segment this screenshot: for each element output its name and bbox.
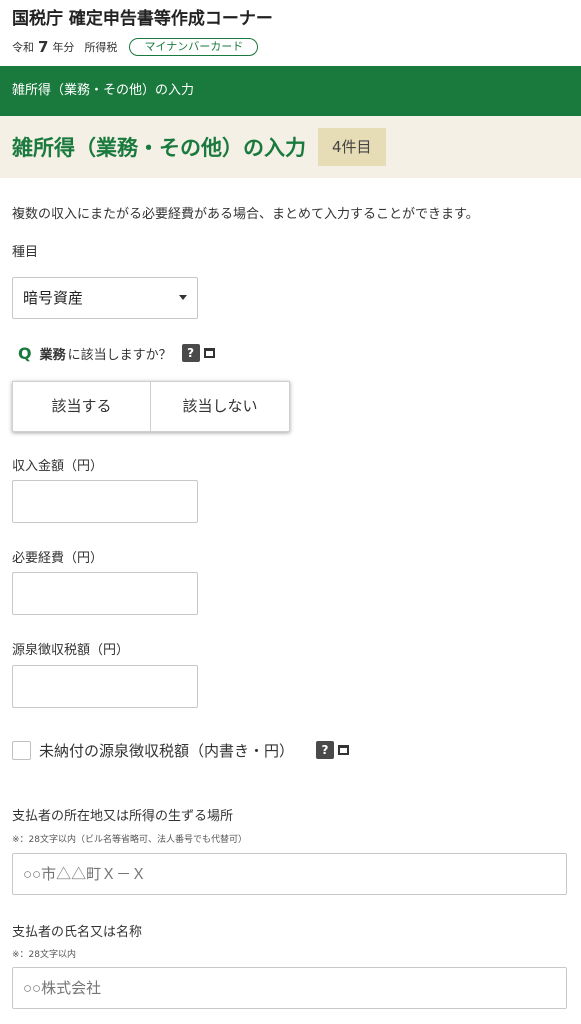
mynumber-card-badge: マイナンバーカード bbox=[129, 38, 259, 56]
payer-address-input[interactable] bbox=[12, 853, 567, 895]
new-window-icon[interactable] bbox=[203, 348, 215, 358]
help-icon[interactable]: ? bbox=[316, 741, 335, 759]
payer-name-input[interactable] bbox=[12, 967, 567, 1009]
expenses-input[interactable] bbox=[12, 572, 198, 615]
section-bar: 雑所得（業務・その他）の入力 bbox=[0, 66, 581, 116]
era-suffix: 年分 bbox=[52, 41, 75, 54]
site-header: 国税庁 確定申告書等作成コーナー 令和 7 年分 所得税 マイナンバーカード bbox=[0, 0, 581, 66]
question-mark-label: Q bbox=[18, 343, 32, 363]
chevron-down-icon bbox=[179, 295, 187, 300]
payer-name-label: 支払者の氏名又は名称 bbox=[12, 925, 143, 940]
business-answer-group: 該当する 該当しない bbox=[12, 381, 290, 432]
unpaid-withholding-label[interactable]: 未納付の源泉徴収税額（内書き・円） bbox=[39, 740, 294, 761]
expenses-label: 必要経費（円） bbox=[12, 551, 104, 566]
answer-no-button[interactable]: 該当しない bbox=[151, 381, 290, 432]
payer-name-note: ※：28文字以内 bbox=[12, 950, 76, 960]
question-keyword: 業務 bbox=[39, 347, 66, 363]
category-label: 種目 bbox=[12, 245, 39, 260]
unpaid-withholding-row: 未納付の源泉徴収税額（内書き・円） ? bbox=[12, 739, 350, 761]
page-title: 雑所得（業務・その他）の入力 bbox=[12, 136, 306, 160]
tax-year-row: 令和 7 年分 所得税 マイナンバーカード bbox=[12, 37, 569, 57]
form-description: 複数の収入にまたがる必要経費がある場合、まとめて入力することができます。 bbox=[12, 207, 479, 222]
income-label: 収入金額（円） bbox=[12, 459, 104, 474]
unpaid-withholding-checkbox[interactable] bbox=[12, 740, 31, 760]
help-icon[interactable]: ? bbox=[181, 344, 200, 362]
answer-yes-button[interactable]: 該当する bbox=[12, 381, 151, 432]
title-band: 雑所得（業務・その他）の入力 4件目 bbox=[0, 116, 581, 178]
era-prefix: 令和 bbox=[12, 41, 34, 54]
tax-type: 所得税 bbox=[84, 41, 118, 54]
category-select-value: 暗号資産 bbox=[23, 289, 84, 307]
income-input[interactable] bbox=[12, 480, 198, 523]
era-year: 7 bbox=[38, 38, 49, 56]
site-title: 国税庁 確定申告書等作成コーナー bbox=[12, 9, 273, 29]
payer-address-label: 支払者の所在地又は所得の生ずる場所 bbox=[12, 809, 234, 824]
payer-address-note: ※：28文字以内（ビル名等省略可、法人番号でも代替可） bbox=[12, 835, 247, 845]
withholding-input[interactable] bbox=[12, 665, 198, 708]
entry-count-badge: 4件目 bbox=[318, 128, 386, 166]
question-text: に該当しますか？ bbox=[67, 347, 172, 363]
new-window-icon[interactable] bbox=[338, 745, 350, 755]
withholding-label: 源泉徴収税額（円） bbox=[12, 643, 130, 658]
business-question: Q 業務 に該当しますか？ ? bbox=[18, 343, 215, 363]
category-select[interactable]: 暗号資産 bbox=[12, 277, 198, 319]
